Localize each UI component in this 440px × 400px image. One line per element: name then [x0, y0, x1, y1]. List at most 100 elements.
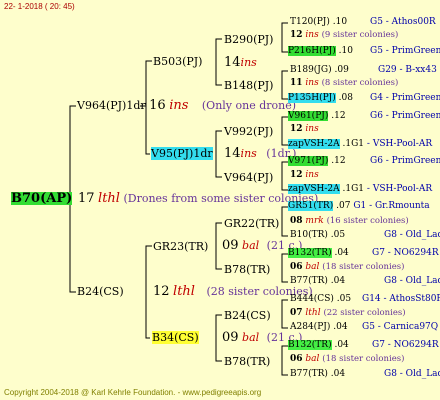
g4-mark: ins: [305, 124, 319, 134]
g4-num: .1G1: [342, 139, 365, 149]
g4-id: B132(TR): [288, 248, 332, 258]
g4-row-11[interactable]: zapVSH-2A .1G1 - VSH-Pool-AR: [288, 184, 432, 195]
g1-lower-node[interactable]: B24(CS): [77, 285, 124, 298]
g4-id: V961(PJ): [288, 111, 329, 121]
g3-b-node[interactable]: B148(PJ): [224, 79, 273, 92]
g1-lower-mark: lthl: [173, 284, 195, 299]
g4-num: .07: [336, 201, 351, 211]
g4-info: G7 - NO6294R: [372, 340, 439, 350]
g3-e-node[interactable]: GR22(TR): [224, 217, 279, 230]
g4-row-19: 07 lthl (22 sister colonies): [290, 308, 406, 319]
g4-id: V971(PJ): [288, 156, 329, 166]
g4-row-22: 06 bal (18 sister colonies): [290, 354, 404, 365]
g4-mark: ins: [305, 78, 319, 88]
g4-info: G5 - Carnica97Q: [362, 322, 439, 332]
g3-g-node[interactable]: B24(CS): [224, 309, 271, 322]
g4-gen: 06: [290, 354, 303, 364]
g4-note: (18 sister colonies): [322, 262, 405, 272]
g1-lower-info: 12 lthl (28 sister colonies): [153, 285, 313, 298]
g4-info: - VSH-Pool-AR: [366, 139, 433, 149]
g4-id: T120(PJ): [290, 17, 330, 27]
g1-upper-id: V964(PJ)1dr: [77, 99, 146, 112]
g2-a-mark: ins: [240, 56, 257, 69]
g1-upper-mark: ins: [169, 98, 189, 113]
g4-num: .04: [330, 369, 346, 379]
g1-lower-gen: 12: [153, 284, 170, 299]
g4-row-10: 12 ins: [290, 170, 319, 181]
g4-gen: 12: [290, 170, 303, 180]
g4-row-21[interactable]: B132(TR) .04 G7 - NO6294R: [288, 340, 439, 351]
g4-num: .09: [334, 65, 349, 75]
g4-row-3[interactable]: B189(JG) .09 G29 - B-xx43: [290, 65, 437, 76]
g4-mark: bal: [305, 262, 320, 272]
g4-info: G6 - PrimGreen00: [370, 111, 440, 121]
g4-num: .05: [336, 294, 352, 304]
g3-f-node[interactable]: B78(TR): [224, 263, 270, 276]
g4-row-12[interactable]: GR51(TR) .07 G1 - Gr.Rmounta: [288, 201, 430, 212]
g4-mark: lthl: [305, 308, 321, 318]
g4-num: .04: [333, 322, 348, 332]
g4-row-2[interactable]: P216H(PJ) .10 G5 - PrimGreen00: [288, 46, 440, 57]
g2-d-node[interactable]: B34(CS): [152, 331, 199, 344]
g4-id: A284(PJ): [290, 322, 331, 332]
g4-note: (9 sister colonies): [321, 30, 399, 40]
g1-upper-gen: 16: [149, 98, 166, 113]
root-node[interactable]: B70(AP): [11, 192, 73, 205]
g4-row-23[interactable]: B77(TR) .04 G8 - Old_Lady: [290, 369, 440, 380]
g3-d-node[interactable]: V964(PJ): [224, 171, 273, 184]
root-mark: lthl: [98, 191, 120, 206]
timestamp: 22- 1-2018 ( 20: 45): [4, 2, 75, 11]
g4-info: - VSH-Pool-AR: [366, 184, 433, 194]
g4-row-9[interactable]: V971(PJ) .12 G6 - PrimGreen00: [288, 156, 440, 167]
g2-c-gen: 09: [222, 238, 239, 253]
g4-row-8[interactable]: zapVSH-2A .1G1 - VSH-Pool-AR: [288, 139, 432, 150]
g4-row-5[interactable]: P135H(PJ) .08 G4 - PrimGreen00: [288, 93, 440, 104]
g4-info: G5 - Athos00R: [370, 17, 436, 27]
g4-info: G8 - Old_Lady: [384, 230, 440, 240]
g4-num: .04: [334, 340, 349, 350]
g4-num: .10: [338, 46, 353, 56]
g4-info: G8 - Old_Lady: [384, 369, 440, 379]
g4-id: P216H(PJ): [288, 46, 336, 56]
g4-row-20[interactable]: A284(PJ) .04 G5 - Carnica97Q: [290, 322, 438, 333]
g4-row-15[interactable]: B132(TR) .04 G7 - NO6294R: [288, 248, 439, 259]
g4-info: G4 - PrimGreen00: [370, 93, 440, 103]
g4-info: G5 - PrimGreen00: [370, 46, 440, 56]
copyright: Copyright 2004-2018 @ Karl Kehrle Founda…: [4, 388, 176, 397]
g4-row-14[interactable]: B10(TR) .05 G8 - Old_Lady: [290, 230, 440, 241]
g4-mark: ins: [305, 170, 319, 180]
g4-row-6[interactable]: V961(PJ) .12 G6 - PrimGreen00: [288, 111, 440, 122]
g4-row-0[interactable]: T120(PJ) .10 G5 - Athos00R: [290, 17, 436, 28]
site-link[interactable]: www.pedigreeapis.org: [182, 388, 261, 397]
g4-num: .04: [334, 248, 349, 258]
g4-gen: 06: [290, 262, 303, 272]
g3-a-node[interactable]: B290(PJ): [224, 33, 273, 46]
g3-c-node[interactable]: V992(PJ): [224, 125, 273, 138]
g4-id: P135H(PJ): [288, 93, 336, 103]
g4-gen: 08: [290, 216, 303, 226]
g1-upper-node[interactable]: V964(PJ)1dr 16 ins (Only one drone): [77, 99, 296, 112]
g2-b-node[interactable]: V95(PJ)1dr: [151, 147, 213, 160]
g4-id: B444(CS): [290, 294, 334, 304]
g1-upper-note: (Only one drone): [201, 99, 297, 112]
pedigree-canvas: { "header": { "timestamp": "22- 1-2018 (…: [0, 0, 440, 400]
g4-num: .1G1: [342, 184, 365, 194]
g4-num: .10: [332, 17, 348, 27]
g4-row-4: 11 ins (8 sister colonies): [290, 78, 398, 89]
g4-row-17[interactable]: B77(TR) .04 G8 - Old_Lady: [290, 276, 440, 287]
g4-id: zapVSH-2A: [288, 139, 340, 149]
g4-row-18[interactable]: B444(CS) .05 G14 - AthosSt80R: [290, 294, 440, 305]
g4-num: .05: [330, 230, 346, 240]
g2-a-gen: 14: [224, 55, 241, 70]
g4-info: G14 - AthosSt80R: [362, 294, 440, 304]
g2-c-node[interactable]: GR23(TR): [153, 240, 208, 253]
g2-b-mark: ins: [240, 147, 257, 160]
g3-h-node[interactable]: B78(TR): [224, 355, 270, 368]
g4-num: .08: [338, 93, 353, 103]
g4-id: B189(JG): [290, 65, 332, 75]
g4-gen: 11: [290, 78, 303, 88]
g4-row-1: 12 ins (9 sister colonies): [290, 30, 398, 41]
g4-mark: mrk: [305, 216, 324, 226]
g4-id: GR51(TR): [288, 201, 334, 211]
g2-a-node[interactable]: B503(PJ): [153, 55, 202, 68]
